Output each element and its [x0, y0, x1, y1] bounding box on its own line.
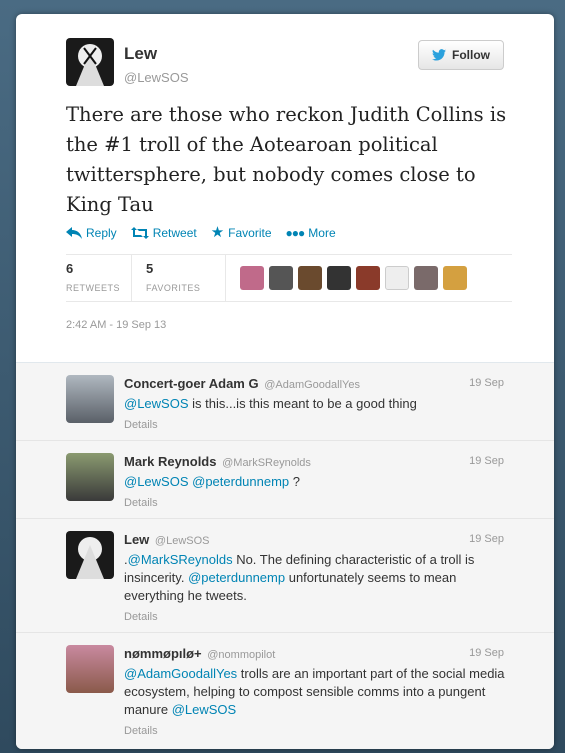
avatar[interactable]	[66, 645, 114, 693]
list-item[interactable]: Mark Reynolds @MarkSReynolds 19 Sep @Lew…	[16, 441, 554, 519]
reply-date[interactable]: 19 Sep	[469, 455, 504, 467]
author-name[interactable]: Lew	[124, 44, 189, 64]
reply-author-handle[interactable]: @nommopilot	[207, 649, 275, 661]
replies-list: Concert-goer Adam G @AdamGoodallYes 19 S…	[16, 362, 554, 749]
tweet-stats: 6 RETWEETS 5 FAVORITES	[66, 254, 512, 302]
favorites-count: 5	[146, 261, 154, 276]
reply-author-handle[interactable]: @AdamGoodallYes	[264, 379, 360, 391]
twitter-bird-icon	[432, 49, 446, 61]
reply-icon	[66, 227, 82, 239]
avatar[interactable]	[269, 266, 293, 290]
tweet-card: Lew @LewSOS Follow There are those who r…	[16, 14, 554, 749]
mention-link[interactable]: @MarkSReynolds	[128, 552, 233, 567]
mention-link[interactable]: @AdamGoodallYes	[124, 666, 237, 681]
reply-date[interactable]: 19 Sep	[469, 533, 504, 545]
favorite-label: Favorite	[228, 226, 272, 240]
reply-text: @AdamGoodallYes trolls are an important …	[124, 665, 509, 740]
retweet-label: Retweet	[152, 226, 197, 240]
reply-author-handle[interactable]: @MarkSReynolds	[222, 457, 311, 469]
author-handle[interactable]: @LewSOS	[124, 70, 189, 85]
tweet-actions: Reply Retweet ★ Favorite ●●● More	[66, 224, 336, 241]
reply-author-handle[interactable]: @LewSOS	[155, 535, 210, 547]
reply-action[interactable]: Reply	[66, 226, 117, 240]
mention-link[interactable]: @LewSOS	[124, 474, 189, 489]
reply-label: Reply	[86, 226, 117, 240]
retweets-label: RETWEETS	[66, 283, 121, 293]
retweet-action[interactable]: Retweet	[130, 226, 197, 240]
reply-text: @LewSOS @peterdunnemp ? Details	[124, 473, 509, 512]
more-label: More	[308, 226, 336, 240]
avatar[interactable]	[298, 266, 322, 290]
reply-author-name[interactable]: Lew	[124, 532, 149, 547]
tweet-timestamp[interactable]: 2:42 AM - 19 Sep 13	[66, 319, 166, 331]
avatar[interactable]	[66, 375, 114, 423]
main-tweet: Lew @LewSOS Follow There are those who r…	[16, 14, 554, 362]
mention-link[interactable]: @LewSOS	[172, 702, 237, 717]
retweets-stat[interactable]: 6 RETWEETS	[66, 255, 132, 301]
star-icon: ★	[210, 224, 225, 241]
avatar[interactable]	[356, 266, 380, 290]
avatar[interactable]	[66, 453, 114, 501]
tweet-text: There are those who reckon Judith Collin…	[66, 103, 507, 216]
more-action[interactable]: ●●● More	[286, 226, 336, 240]
reply-author-name[interactable]: Concert-goer Adam G	[124, 376, 259, 391]
details-link[interactable]: Details	[124, 722, 509, 740]
avatar[interactable]	[327, 266, 351, 290]
reply-date[interactable]: 19 Sep	[469, 647, 504, 659]
reply-author-name[interactable]: Mark Reynolds	[124, 454, 216, 469]
favoriter-avatars	[240, 266, 467, 290]
reply-text-segment: ?	[289, 474, 301, 489]
follow-label: Follow	[452, 48, 490, 62]
mention-link[interactable]: @LewSOS	[124, 396, 189, 411]
list-item[interactable]: Concert-goer Adam G @AdamGoodallYes 19 S…	[16, 363, 554, 441]
reply-text: .@MarkSReynolds No. The defining charact…	[124, 551, 509, 626]
favorite-action[interactable]: ★ Favorite	[210, 224, 272, 241]
mention-link[interactable]: @peterdunnemp	[188, 570, 285, 585]
list-item[interactable]: Lew @LewSOS 19 Sep .@MarkSReynolds No. T…	[16, 519, 554, 633]
reply-text: @LewSOS is this...is this meant to be a …	[124, 395, 509, 434]
reply-author-name[interactable]: nømmøpılø+	[124, 646, 202, 661]
mention-link[interactable]: @peterdunnemp	[192, 474, 289, 489]
details-link[interactable]: Details	[124, 416, 509, 434]
favorites-stat[interactable]: 5 FAVORITES	[146, 255, 226, 301]
retweet-icon	[130, 227, 149, 239]
retweets-count: 6	[66, 261, 74, 276]
list-item[interactable]: nømmøpılø+ @nommopilot 19 Sep @AdamGooda…	[16, 633, 554, 745]
favorites-label: FAVORITES	[146, 283, 201, 293]
avatar[interactable]	[240, 266, 264, 290]
details-link[interactable]: Details	[124, 494, 509, 512]
more-dots-icon: ●●●	[285, 226, 306, 240]
avatar[interactable]	[443, 266, 467, 290]
avatar[interactable]	[385, 266, 409, 290]
follow-button[interactable]: Follow	[418, 40, 504, 70]
details-link[interactable]: Details	[124, 608, 509, 626]
author-avatar[interactable]	[66, 38, 114, 86]
reply-date[interactable]: 19 Sep	[469, 377, 504, 389]
avatar[interactable]	[414, 266, 438, 290]
reply-text-segment: is this...is this meant to be a good thi…	[188, 396, 417, 411]
avatar[interactable]	[66, 531, 114, 579]
